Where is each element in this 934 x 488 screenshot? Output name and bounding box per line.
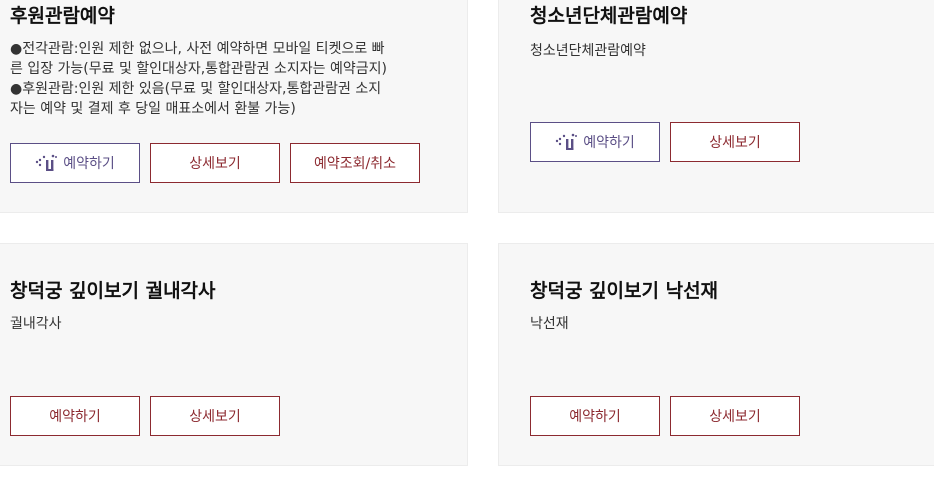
description-line: ●전각관람:인원 제한 없으나, 사전 예약하면 모바일 티켓으로 빠 bbox=[10, 41, 385, 57]
reservation-card-huwon: 후원관람예약 ●전각관람:인원 제한 없으나, 사전 예약하면 모바일 티켓으로… bbox=[0, 0, 468, 213]
card-description: 청소년단체관람예약 bbox=[530, 41, 646, 61]
card-title: 후원관람예약 bbox=[10, 5, 115, 27]
card-title: 창덕궁 깊이보기 궐내각사 bbox=[10, 280, 216, 302]
description-line: ●후원관람:인원 제한 있음(무료 및 할인대상자,통합관람권 소지 bbox=[10, 81, 382, 97]
card-description: 궐내각사 bbox=[10, 314, 62, 334]
reserve-button-label: 예약하기 bbox=[63, 156, 115, 172]
reservation-card-gwollaegaksa: 창덕궁 깊이보기 궐내각사 궐내각사 예약하기 상세보기 bbox=[0, 243, 468, 466]
reservation-card-youth-group: 청소년단체관람예약 청소년단체관람예약 예약하기 상세보기 bbox=[498, 0, 934, 213]
card-description: 낙선재 bbox=[530, 314, 569, 334]
reserve-button[interactable]: 예약하기 bbox=[10, 143, 140, 183]
check-cancel-reservation-button[interactable]: 예약조회/취소 bbox=[290, 143, 420, 183]
reserve-button[interactable]: 예약하기 bbox=[10, 396, 140, 436]
description-line: 자는 예약 및 결제 후 당일 매표소에서 환불 가능) bbox=[10, 101, 296, 117]
description-line: 른 입장 가능(무료 및 할인대상자,통합관람권 소지자는 예약금지) bbox=[10, 61, 387, 77]
details-button[interactable]: 상세보기 bbox=[670, 122, 800, 162]
mobile-ticket-icon bbox=[555, 133, 578, 151]
reservation-card-nakseonjae: 창덕궁 깊이보기 낙선재 낙선재 예약하기 상세보기 bbox=[498, 243, 934, 466]
reserve-button[interactable]: 예약하기 bbox=[530, 122, 660, 162]
details-button[interactable]: 상세보기 bbox=[670, 396, 800, 436]
description-line: 궐내각사 bbox=[10, 316, 62, 332]
reserve-button[interactable]: 예약하기 bbox=[530, 396, 660, 436]
description-line: 청소년단체관람예약 bbox=[530, 43, 646, 59]
details-button[interactable]: 상세보기 bbox=[150, 143, 280, 183]
card-title: 청소년단체관람예약 bbox=[530, 5, 688, 27]
description-line: 낙선재 bbox=[530, 316, 569, 332]
card-description: ●전각관람:인원 제한 없으나, 사전 예약하면 모바일 티켓으로 빠 른 입장… bbox=[10, 39, 387, 119]
details-button[interactable]: 상세보기 bbox=[150, 396, 280, 436]
reserve-button-label: 예약하기 bbox=[583, 135, 635, 151]
card-title: 창덕궁 깊이보기 낙선재 bbox=[530, 280, 719, 302]
mobile-ticket-icon bbox=[35, 154, 58, 172]
